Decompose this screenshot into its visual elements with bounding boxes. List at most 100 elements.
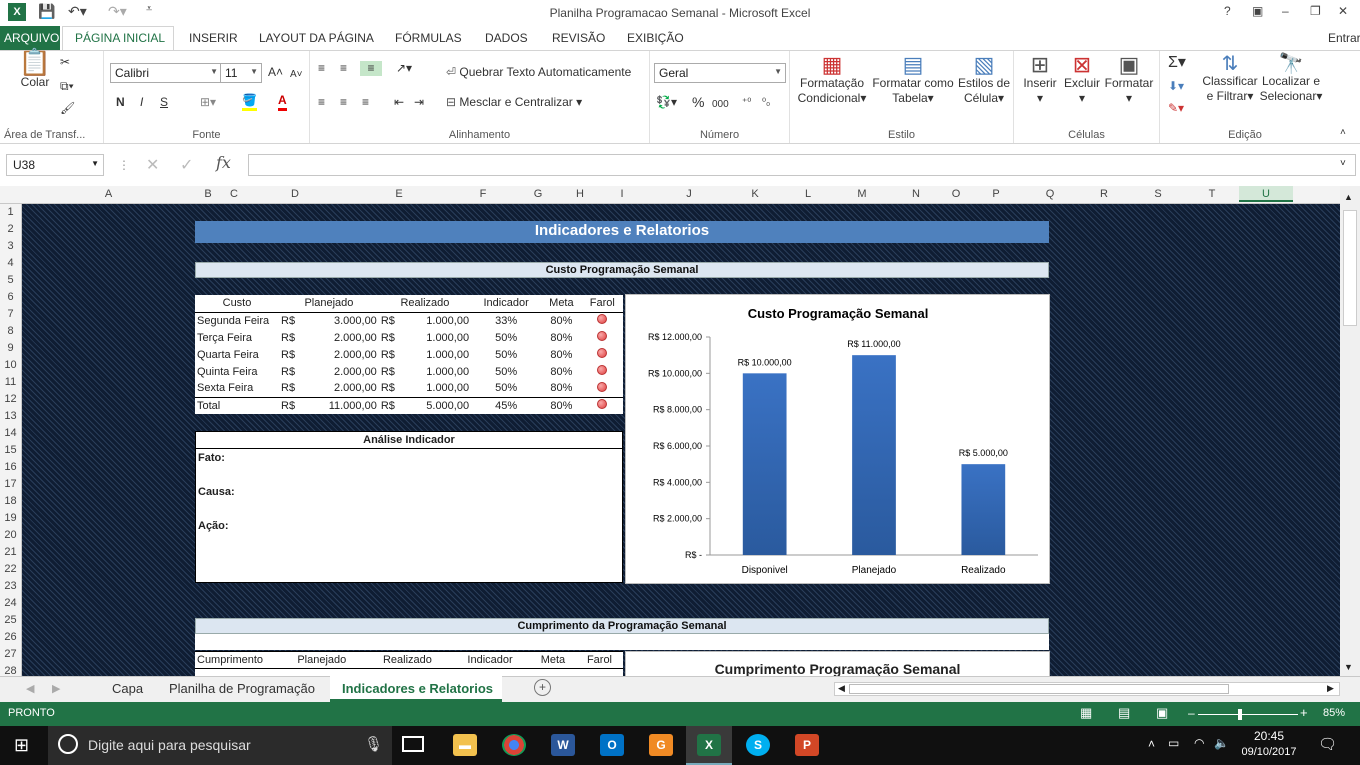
worksheet[interactable]: Indicadores e Relatorios Custo Programaç… bbox=[22, 204, 1340, 676]
align-left-icon[interactable]: ≡ bbox=[318, 95, 325, 110]
align-middle-icon[interactable]: ≡ bbox=[340, 61, 347, 76]
row-header-cell[interactable]: 22 bbox=[0, 563, 21, 575]
table-cell[interactable]: R$ bbox=[279, 329, 305, 346]
table-cell[interactable]: 3.000,00 bbox=[305, 312, 379, 329]
row-header-cell[interactable]: 21 bbox=[0, 546, 21, 558]
column-header-cell[interactable]: D bbox=[247, 188, 343, 200]
thousands-icon[interactable]: 000 bbox=[712, 97, 729, 112]
compliance-chart[interactable]: Cumprimento Programação Semanal bbox=[625, 651, 1050, 676]
row-header-cell[interactable]: 25 bbox=[0, 614, 21, 626]
format-cells-button[interactable]: ▣ Formatar ▾ bbox=[1104, 54, 1154, 106]
tab-pagina-inicial[interactable]: PÁGINA INICIAL bbox=[62, 26, 174, 51]
column-header-cell[interactable]: C bbox=[221, 188, 247, 200]
table-cell[interactable]: 2.000,00 bbox=[305, 363, 379, 380]
tab-revisao[interactable]: REVISÃO bbox=[552, 31, 605, 45]
table-cell[interactable]: Terça Feira bbox=[195, 329, 279, 346]
column-header-cell[interactable]: I bbox=[595, 188, 649, 200]
conditional-format-button[interactable]: ▦ Formatação Condicional▾ bbox=[794, 54, 870, 106]
currency-icon[interactable]: 💱▾ bbox=[656, 95, 677, 110]
task-view-icon[interactable] bbox=[402, 736, 424, 752]
table-cell[interactable]: Segunda Feira bbox=[195, 312, 279, 329]
align-bottom-icon[interactable]: ≡ bbox=[360, 61, 382, 76]
notifications-icon[interactable]: 🗨 bbox=[1318, 735, 1337, 753]
table-cell[interactable]: R$ bbox=[279, 312, 305, 329]
minimize-button[interactable]: – bbox=[1282, 4, 1289, 18]
clear-icon[interactable]: ✎▾ bbox=[1168, 101, 1184, 116]
row-header-cell[interactable]: 10 bbox=[0, 359, 21, 371]
row-header-cell[interactable]: 14 bbox=[0, 427, 21, 439]
row-header-cell[interactable]: 15 bbox=[0, 444, 21, 456]
cut-icon[interactable]: ✂ bbox=[60, 55, 70, 70]
row-header-cell[interactable]: 4 bbox=[0, 257, 21, 269]
page-layout-icon[interactable]: ▤ bbox=[1118, 705, 1130, 721]
table-cell[interactable]: R$ bbox=[279, 346, 305, 363]
borders-icon[interactable]: ⊞▾ bbox=[200, 95, 216, 110]
row-header-cell[interactable]: 20 bbox=[0, 529, 21, 541]
sign-in-link[interactable]: Entrar bbox=[1328, 31, 1360, 45]
clock-date[interactable]: 09/10/2017 bbox=[1240, 746, 1298, 758]
column-header-cell[interactable]: S bbox=[1131, 188, 1185, 200]
underline-button[interactable]: S bbox=[160, 95, 168, 110]
table-cell[interactable]: 2.000,00 bbox=[305, 346, 379, 363]
row-header-cell[interactable]: 17 bbox=[0, 478, 21, 490]
tab-formulas[interactable]: FÓRMULAS bbox=[395, 31, 462, 45]
table-cell[interactable]: 11.000,00 bbox=[305, 397, 379, 414]
row-header-cell[interactable]: 3 bbox=[0, 240, 21, 252]
zoom-thumb[interactable] bbox=[1237, 709, 1242, 720]
wifi-icon[interactable]: ◠ bbox=[1194, 736, 1204, 750]
column-header-cell[interactable]: U bbox=[1239, 186, 1293, 202]
table-cell[interactable]: R$ bbox=[279, 363, 305, 380]
column-header-cell[interactable]: P bbox=[969, 188, 1023, 200]
tab-exibicao[interactable]: EXIBIÇÃO bbox=[627, 31, 684, 45]
table-cell[interactable]: R$ bbox=[279, 380, 305, 397]
tab-inserir[interactable]: INSERIR bbox=[189, 31, 238, 45]
table-cell[interactable]: Total bbox=[195, 397, 279, 414]
row-header-cell[interactable]: 8 bbox=[0, 325, 21, 337]
close-button[interactable]: ✕ bbox=[1338, 4, 1348, 18]
delete-cells-button[interactable]: ⊠ Excluir ▾ bbox=[1062, 54, 1102, 106]
name-box[interactable]: U38 ▼ bbox=[6, 154, 104, 176]
sheet-tab-capa[interactable]: Capa bbox=[112, 681, 143, 696]
table-cell[interactable]: R$ bbox=[379, 380, 405, 397]
table-cell[interactable]: 50% bbox=[471, 380, 541, 397]
zoom-in-icon[interactable]: + bbox=[1300, 705, 1308, 720]
row-header-cell[interactable]: 9 bbox=[0, 342, 21, 354]
chart-bar[interactable] bbox=[961, 464, 1006, 555]
table-cell[interactable]: 50% bbox=[471, 346, 541, 363]
row-header-cell[interactable]: 1 bbox=[0, 206, 21, 218]
table-cell[interactable]: R$ bbox=[379, 329, 405, 346]
chart-bar[interactable] bbox=[742, 373, 787, 555]
format-table-button[interactable]: ▤ Formatar como Tabela▾ bbox=[870, 54, 956, 106]
tab-layout[interactable]: LAYOUT DA PÁGINA bbox=[259, 31, 374, 45]
table-cell[interactable]: 45% bbox=[471, 397, 541, 414]
autosum-icon[interactable]: Σ▾ bbox=[1168, 55, 1186, 71]
merge-center-button[interactable]: ⊟ Mesclar e Centralizar ▾ bbox=[446, 95, 582, 110]
decrease-indent-icon[interactable]: ⇤ bbox=[394, 95, 404, 110]
normal-view-icon[interactable]: ▦ bbox=[1080, 705, 1092, 721]
sheet-tab-indicadores[interactable]: Indicadores e Relatorios bbox=[342, 681, 493, 696]
expand-formula-icon[interactable]: ˅ bbox=[1340, 158, 1346, 169]
font-name-combo[interactable]: Calibri ▼ bbox=[110, 63, 222, 83]
increase-indent-icon[interactable]: ⇥ bbox=[414, 95, 424, 110]
table-cell[interactable]: 1.000,00 bbox=[405, 363, 472, 380]
ribbon-display-button[interactable]: ▣ bbox=[1252, 4, 1263, 18]
row-header-cell[interactable]: 13 bbox=[0, 410, 21, 422]
row-header-cell[interactable]: 24 bbox=[0, 597, 21, 609]
sheet-tab-planilha[interactable]: Planilha de Programação bbox=[169, 681, 315, 696]
table-cell[interactable]: 2.000,00 bbox=[305, 380, 379, 397]
table-cell[interactable]: 80% bbox=[541, 380, 581, 397]
font-size-combo[interactable]: 11 ▼ bbox=[220, 63, 262, 83]
font-color-icon[interactable]: A bbox=[278, 93, 287, 111]
table-cell[interactable]: R$ bbox=[379, 363, 405, 380]
table-cell[interactable]: 1.000,00 bbox=[405, 380, 472, 397]
column-header-cell[interactable]: A bbox=[22, 188, 195, 200]
row-header-cell[interactable]: 18 bbox=[0, 495, 21, 507]
word-icon[interactable]: W bbox=[551, 734, 575, 756]
row-header-cell[interactable]: 5 bbox=[0, 274, 21, 286]
chrome-icon[interactable] bbox=[502, 734, 526, 756]
scroll-thumb[interactable] bbox=[1343, 210, 1357, 326]
formula-input[interactable] bbox=[248, 154, 1356, 176]
chart-bar[interactable] bbox=[852, 355, 896, 555]
row-header-cell[interactable]: 6 bbox=[0, 291, 21, 303]
format-painter-icon[interactable]: 🖌 bbox=[60, 101, 75, 116]
